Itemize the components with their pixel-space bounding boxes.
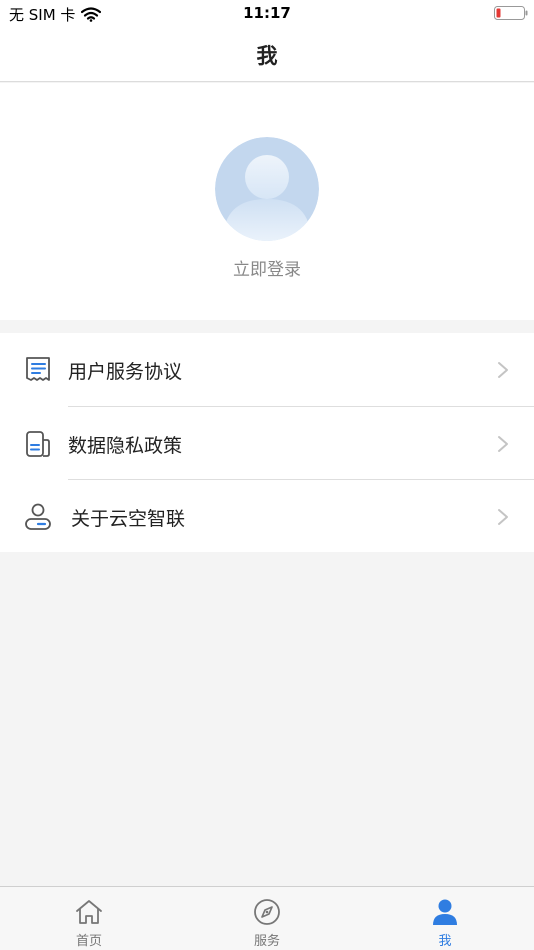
chevron-right-icon (498, 436, 508, 452)
status-bar: 无 SIM 卡 11:17 (0, 0, 534, 28)
tab-bar: 首页 服务 我 (0, 886, 534, 950)
profile-section: 立即登录 (0, 83, 534, 320)
privacy-document-icon (26, 431, 50, 457)
about-user-icon (25, 503, 51, 530)
battery-icon (494, 6, 528, 20)
chevron-right-icon (498, 362, 508, 378)
navigation-bar: 我 (0, 28, 534, 82)
tab-label: 我 (438, 934, 452, 949)
home-icon (76, 900, 102, 924)
settings-menu: 用户服务协议 数据隐私政策 关于云空智联 (0, 333, 534, 552)
menu-item-label: 数据隐私政策 (68, 435, 183, 457)
page-title: 我 (256, 44, 278, 68)
status-time: 11:17 (243, 4, 291, 22)
login-link[interactable]: 立即登录 (0, 255, 534, 280)
tab-label: 服务 (253, 934, 280, 949)
tab-label: 首页 (75, 934, 102, 949)
user-icon (433, 899, 457, 925)
menu-item-user-agreement[interactable]: 用户服务协议 (0, 333, 534, 406)
menu-item-label: 关于云空智联 (71, 508, 186, 530)
tab-me[interactable]: 我 (356, 887, 534, 950)
menu-item-label: 用户服务协议 (68, 361, 183, 383)
menu-item-about[interactable]: 关于云空智联 (0, 480, 534, 553)
tab-home[interactable]: 首页 (0, 887, 178, 950)
avatar-placeholder-icon (215, 137, 319, 241)
tab-services[interactable]: 服务 (178, 887, 356, 950)
document-list-icon (26, 357, 50, 381)
chevron-right-icon (498, 509, 508, 525)
avatar[interactable] (215, 137, 319, 241)
menu-item-privacy-policy[interactable]: 数据隐私政策 (0, 407, 534, 480)
compass-icon (254, 899, 280, 925)
